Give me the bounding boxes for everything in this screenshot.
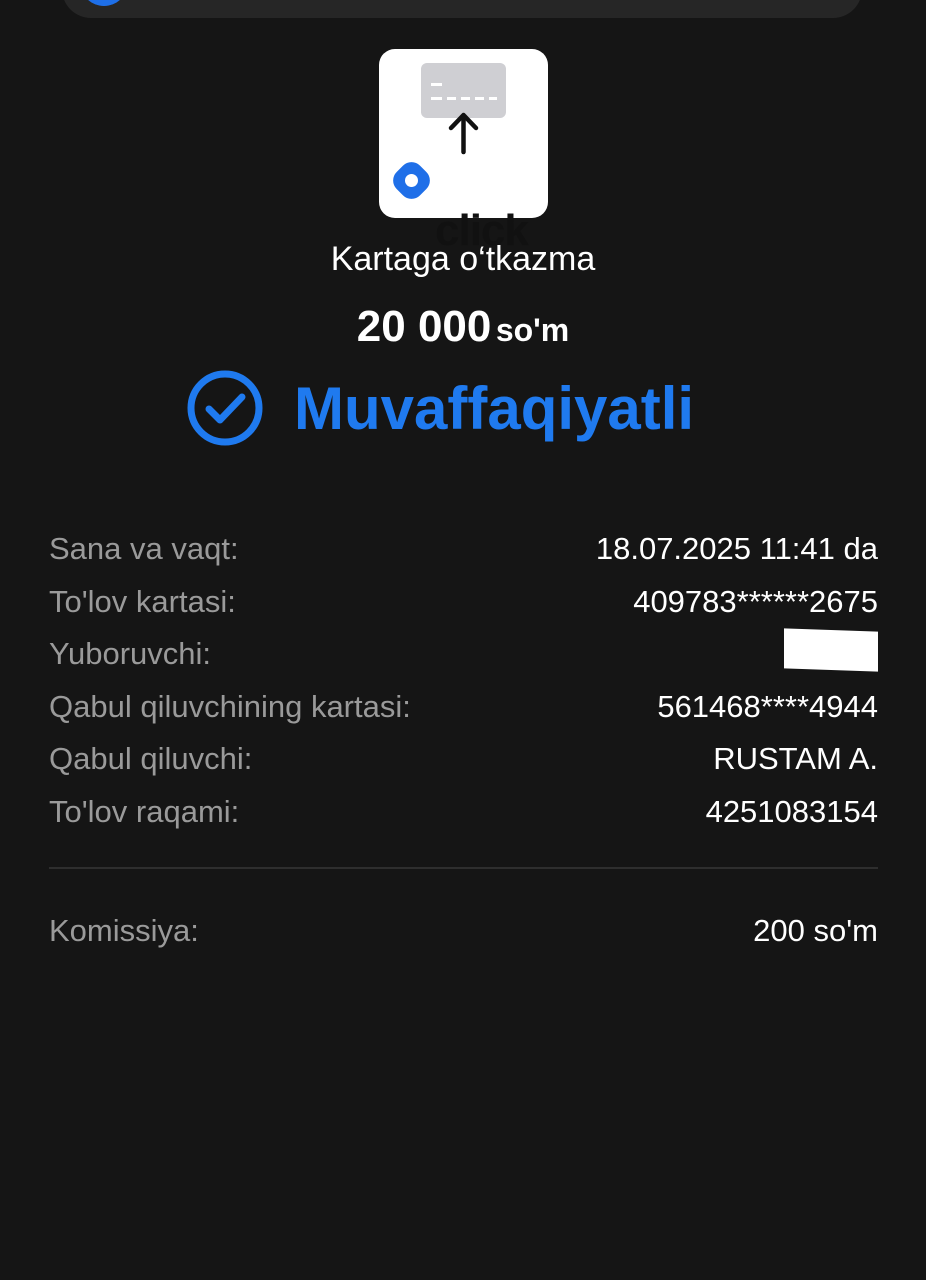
detail-row-recipient-card: Qabul qiluvchining kartasi: 561468****49…	[49, 681, 878, 734]
details-list: Sana va vaqt: 18.07.2025 11:41 da To'lov…	[49, 523, 878, 838]
detail-label: Yuboruvchi:	[49, 636, 211, 672]
amount-currency: so'm	[495, 312, 570, 348]
amount: 20 000 so'm	[0, 302, 926, 352]
click-logo-tile: click	[379, 49, 548, 255]
detail-row-payer-card: To'lov kartasi: 409783******2675	[49, 576, 878, 629]
redaction-block	[784, 628, 878, 672]
detail-value: 561468****4944	[657, 688, 878, 724]
check-circle-icon	[187, 370, 263, 446]
transaction-title: Kartaga o‘tkazma	[330, 240, 596, 278]
card-transfer-icon	[393, 63, 506, 199]
divider	[49, 867, 878, 869]
detail-row-recipient: Qabul qiluvchi: RUSTAM A.	[49, 733, 878, 786]
detail-row-payment-number: To'lov raqami: 4251083154	[49, 786, 878, 839]
fee-label: Komissiya:	[49, 913, 199, 948]
detail-value: RUSTAM A.	[713, 741, 878, 777]
top-bar[interactable]	[62, 0, 862, 18]
detail-label: Qabul qiluvchining kartasi:	[49, 688, 411, 724]
fee-value: 200 so'm	[753, 913, 878, 948]
status: Muvaffaqiyatli	[186, 369, 694, 447]
detail-label: Qabul qiluvchi:	[49, 741, 253, 777]
detail-value: 4251083154	[705, 793, 878, 829]
click-logo-icon	[393, 162, 430, 199]
amount-value: 20 000	[356, 302, 492, 351]
detail-row-fee: Komissiya: 200 so'm	[49, 905, 878, 957]
detail-value: 18.07.2025 11:41 da	[595, 531, 878, 567]
avatar[interactable]	[80, 0, 128, 6]
detail-row-date: Sana va vaqt: 18.07.2025 11:41 da	[49, 523, 878, 576]
detail-row-sender: Yuboruvchi:	[49, 628, 878, 681]
status-text: Muvaffaqiyatli	[294, 374, 695, 442]
detail-value: 409783******2675	[633, 583, 878, 619]
detail-label: To'lov raqami:	[49, 793, 240, 829]
detail-label: Sana va vaqt:	[49, 531, 239, 567]
sender-redacted	[784, 628, 878, 678]
detail-label: To'lov kartasi:	[49, 583, 236, 619]
